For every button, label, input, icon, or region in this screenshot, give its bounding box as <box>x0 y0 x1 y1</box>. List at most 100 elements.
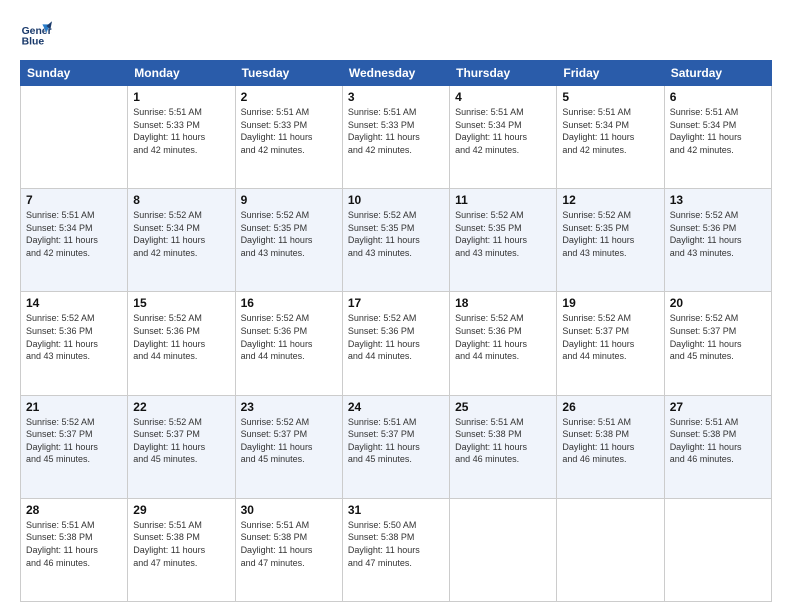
day-cell: 26Sunrise: 5:51 AM Sunset: 5:38 PM Dayli… <box>557 395 664 498</box>
day-info: Sunrise: 5:51 AM Sunset: 5:34 PM Dayligh… <box>562 106 658 156</box>
week-row-5: 28 Sunrise: 5:51 AM Sunset: 5:38 PM Dayli… <box>21 498 772 601</box>
week-row-4: 21 Sunrise: 5:52 AM Sunset: 5:37 PM Dayli… <box>21 395 772 498</box>
day-cell: 13Sunrise: 5:52 AM Sunset: 5:36 PM Dayli… <box>664 189 771 292</box>
day-number: 2 <box>241 90 337 104</box>
day-cell: 22Sunrise: 5:52 AM Sunset: 5:37 PM Dayli… <box>128 395 235 498</box>
day-info: Sunrise: 5:50 AM Sunset: 5:38 PM Dayligh… <box>348 519 444 569</box>
day-info: Sunrise: 5:52 AM Sunset: 5:37 PM Dayligh… <box>133 416 229 466</box>
day-number: 31 <box>348 503 444 517</box>
day-cell: 31 Sunrise: 5:50 AM Sunset: 5:38 PM Dayli… <box>342 498 449 601</box>
day-number: 5 <box>562 90 658 104</box>
day-number: 14 <box>26 296 122 310</box>
day-cell <box>450 498 557 601</box>
col-header-sunday: Sunday <box>21 61 128 86</box>
day-info: Sunrise: 5:52 AM Sunset: 5:37 PM Dayligh… <box>241 416 337 466</box>
day-cell: 19 Sunrise: 5:52 AM Sunset: 5:37 PM Dayli… <box>557 292 664 395</box>
day-number: 28 <box>26 503 122 517</box>
day-number: 25 <box>455 400 551 414</box>
page: General Blue SundayMondayTuesdayWednesda… <box>0 0 792 612</box>
day-info: Sunrise: 5:51 AM Sunset: 5:37 PM Dayligh… <box>348 416 444 466</box>
day-info: Sunrise: 5:51 AM Sunset: 5:38 PM Dayligh… <box>670 416 766 466</box>
day-number: 27 <box>670 400 766 414</box>
day-number: 12 <box>562 193 658 207</box>
logo-icon: General Blue <box>20 18 52 50</box>
day-info: Sunrise: 5:51 AM Sunset: 5:33 PM Dayligh… <box>348 106 444 156</box>
day-number: 15 <box>133 296 229 310</box>
day-cell: 8Sunrise: 5:52 AM Sunset: 5:34 PM Daylig… <box>128 189 235 292</box>
day-info: Sunrise: 5:52 AM Sunset: 5:36 PM Dayligh… <box>133 312 229 362</box>
day-info: Sunrise: 5:52 AM Sunset: 5:37 PM Dayligh… <box>562 312 658 362</box>
day-number: 4 <box>455 90 551 104</box>
col-header-monday: Monday <box>128 61 235 86</box>
col-header-saturday: Saturday <box>664 61 771 86</box>
day-cell: 14 Sunrise: 5:52 AM Sunset: 5:36 PM Dayli… <box>21 292 128 395</box>
day-number: 10 <box>348 193 444 207</box>
day-cell: 10Sunrise: 5:52 AM Sunset: 5:35 PM Dayli… <box>342 189 449 292</box>
day-cell: 6 Sunrise: 5:51 AM Sunset: 5:34 PM Daylig… <box>664 86 771 189</box>
day-number: 24 <box>348 400 444 414</box>
day-cell: 5 Sunrise: 5:51 AM Sunset: 5:34 PM Daylig… <box>557 86 664 189</box>
day-info: Sunrise: 5:52 AM Sunset: 5:35 PM Dayligh… <box>562 209 658 259</box>
col-header-thursday: Thursday <box>450 61 557 86</box>
day-cell: 7 Sunrise: 5:51 AM Sunset: 5:34 PM Daylig… <box>21 189 128 292</box>
day-cell <box>21 86 128 189</box>
day-info: Sunrise: 5:52 AM Sunset: 5:36 PM Dayligh… <box>348 312 444 362</box>
day-cell <box>557 498 664 601</box>
week-row-1: 1Sunrise: 5:51 AM Sunset: 5:33 PM Daylig… <box>21 86 772 189</box>
day-cell: 11Sunrise: 5:52 AM Sunset: 5:35 PM Dayli… <box>450 189 557 292</box>
day-info: Sunrise: 5:51 AM Sunset: 5:38 PM Dayligh… <box>133 519 229 569</box>
day-number: 30 <box>241 503 337 517</box>
day-info: Sunrise: 5:51 AM Sunset: 5:33 PM Dayligh… <box>241 106 337 156</box>
day-cell: 3 Sunrise: 5:51 AM Sunset: 5:33 PM Daylig… <box>342 86 449 189</box>
day-number: 6 <box>670 90 766 104</box>
day-info: Sunrise: 5:51 AM Sunset: 5:38 PM Dayligh… <box>26 519 122 569</box>
day-number: 20 <box>670 296 766 310</box>
week-row-3: 14 Sunrise: 5:52 AM Sunset: 5:36 PM Dayli… <box>21 292 772 395</box>
day-info: Sunrise: 5:52 AM Sunset: 5:36 PM Dayligh… <box>455 312 551 362</box>
day-cell: 17 Sunrise: 5:52 AM Sunset: 5:36 PM Dayli… <box>342 292 449 395</box>
day-cell: 23 Sunrise: 5:52 AM Sunset: 5:37 PM Dayli… <box>235 395 342 498</box>
day-cell: 25Sunrise: 5:51 AM Sunset: 5:38 PM Dayli… <box>450 395 557 498</box>
day-number: 7 <box>26 193 122 207</box>
day-cell: 4 Sunrise: 5:51 AM Sunset: 5:34 PM Daylig… <box>450 86 557 189</box>
day-number: 23 <box>241 400 337 414</box>
day-info: Sunrise: 5:51 AM Sunset: 5:34 PM Dayligh… <box>670 106 766 156</box>
day-info: Sunrise: 5:52 AM Sunset: 5:37 PM Dayligh… <box>26 416 122 466</box>
day-number: 18 <box>455 296 551 310</box>
week-row-2: 7 Sunrise: 5:51 AM Sunset: 5:34 PM Daylig… <box>21 189 772 292</box>
col-header-friday: Friday <box>557 61 664 86</box>
day-info: Sunrise: 5:52 AM Sunset: 5:34 PM Dayligh… <box>133 209 229 259</box>
day-info: Sunrise: 5:52 AM Sunset: 5:36 PM Dayligh… <box>241 312 337 362</box>
day-number: 3 <box>348 90 444 104</box>
day-info: Sunrise: 5:51 AM Sunset: 5:33 PM Dayligh… <box>133 106 229 156</box>
logo: General Blue <box>20 18 52 50</box>
day-number: 9 <box>241 193 337 207</box>
day-number: 19 <box>562 296 658 310</box>
day-info: Sunrise: 5:51 AM Sunset: 5:34 PM Dayligh… <box>26 209 122 259</box>
day-cell: 20 Sunrise: 5:52 AM Sunset: 5:37 PM Dayli… <box>664 292 771 395</box>
day-cell: 9 Sunrise: 5:52 AM Sunset: 5:35 PM Daylig… <box>235 189 342 292</box>
day-info: Sunrise: 5:51 AM Sunset: 5:34 PM Dayligh… <box>455 106 551 156</box>
day-cell: 29Sunrise: 5:51 AM Sunset: 5:38 PM Dayli… <box>128 498 235 601</box>
day-cell <box>664 498 771 601</box>
day-number: 21 <box>26 400 122 414</box>
col-header-wednesday: Wednesday <box>342 61 449 86</box>
svg-text:Blue: Blue <box>22 36 45 47</box>
header: General Blue <box>20 18 772 50</box>
calendar-table: SundayMondayTuesdayWednesdayThursdayFrid… <box>20 60 772 602</box>
day-cell: 28 Sunrise: 5:51 AM Sunset: 5:38 PM Dayli… <box>21 498 128 601</box>
day-info: Sunrise: 5:52 AM Sunset: 5:35 PM Dayligh… <box>241 209 337 259</box>
day-info: Sunrise: 5:52 AM Sunset: 5:35 PM Dayligh… <box>455 209 551 259</box>
day-cell: 1Sunrise: 5:51 AM Sunset: 5:33 PM Daylig… <box>128 86 235 189</box>
day-info: Sunrise: 5:52 AM Sunset: 5:36 PM Dayligh… <box>26 312 122 362</box>
day-cell: 30 Sunrise: 5:51 AM Sunset: 5:38 PM Dayli… <box>235 498 342 601</box>
day-info: Sunrise: 5:51 AM Sunset: 5:38 PM Dayligh… <box>241 519 337 569</box>
day-cell: 15 Sunrise: 5:52 AM Sunset: 5:36 PM Dayli… <box>128 292 235 395</box>
day-cell: 24 Sunrise: 5:51 AM Sunset: 5:37 PM Dayli… <box>342 395 449 498</box>
header-row: SundayMondayTuesdayWednesdayThursdayFrid… <box>21 61 772 86</box>
day-number: 17 <box>348 296 444 310</box>
day-cell: 16Sunrise: 5:52 AM Sunset: 5:36 PM Dayli… <box>235 292 342 395</box>
day-info: Sunrise: 5:52 AM Sunset: 5:37 PM Dayligh… <box>670 312 766 362</box>
day-info: Sunrise: 5:51 AM Sunset: 5:38 PM Dayligh… <box>562 416 658 466</box>
day-cell: 2 Sunrise: 5:51 AM Sunset: 5:33 PM Daylig… <box>235 86 342 189</box>
